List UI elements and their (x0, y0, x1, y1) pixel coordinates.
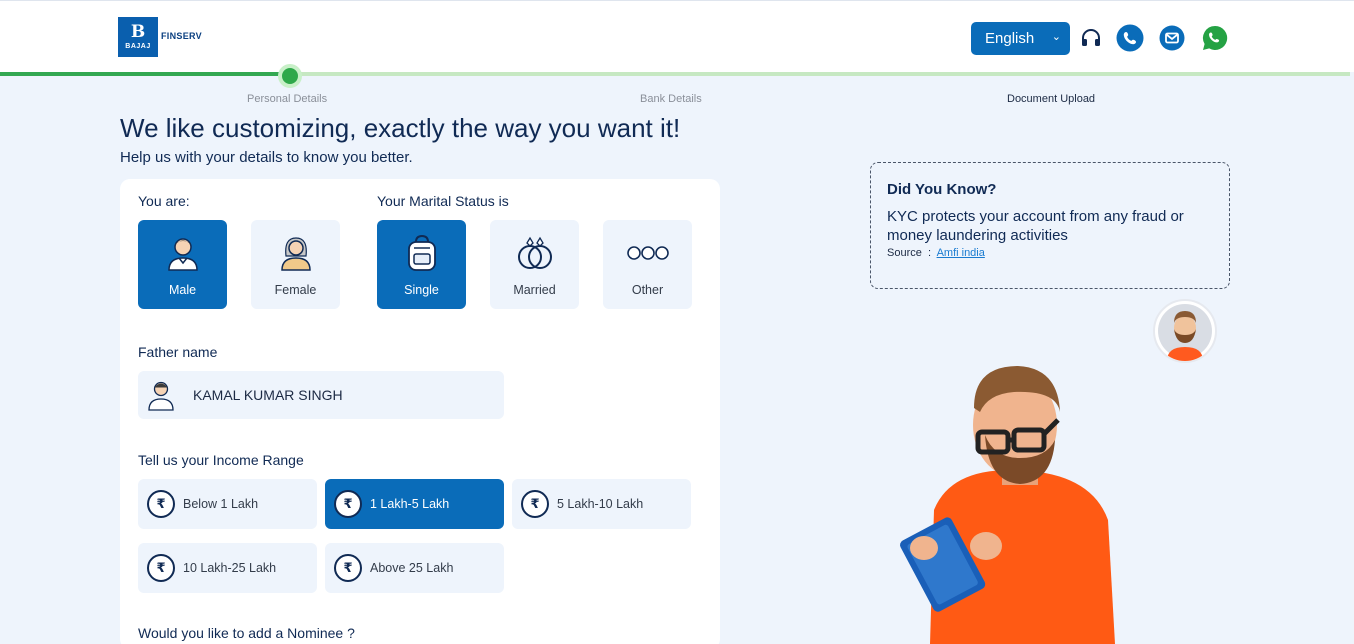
income-option-1-5-lakh[interactable]: ₹ 1 Lakh-5 Lakh (325, 479, 504, 529)
tip-body: KYC protects your account from any fraud… (887, 208, 1184, 244)
gender-option-label: Male (168, 283, 197, 297)
rupee-icon: ₹ (521, 490, 549, 518)
income-option-label: Above 25 Lakh (370, 561, 454, 575)
marital-option-married[interactable]: Married (490, 220, 579, 309)
phone-icon[interactable] (1116, 24, 1144, 52)
headphones-icon[interactable] (1077, 24, 1105, 52)
marital-option-label: Other (631, 283, 664, 297)
step-bank-details: Bank Details (640, 93, 702, 105)
man-with-tablet-illustration (890, 360, 1130, 644)
gender-option-male[interactable]: Male (138, 220, 227, 309)
language-select[interactable]: English ⌄ (971, 22, 1070, 55)
page-title: We like customizing, exactly the way you… (120, 113, 681, 143)
did-you-know-tip: Did You Know? KYC protects your account … (870, 162, 1230, 289)
marital-option-label: Married (513, 283, 556, 297)
logo-mark: B BAJAJ (118, 17, 158, 57)
step-document-upload: Document Upload (1007, 93, 1096, 105)
rupee-icon: ₹ (334, 554, 362, 582)
three-dots-icon (627, 246, 669, 260)
marital-option-single[interactable]: Single (377, 220, 466, 309)
income-option-label: Below 1 Lakh (183, 497, 259, 511)
father-name-field[interactable]: KAMAL KUMAR SINGH (138, 371, 504, 419)
rings-icon (518, 236, 552, 269)
income-option-label: 10 Lakh-25 Lakh (183, 561, 277, 575)
tip-source-separator: : (927, 247, 932, 259)
income-option-label: 5 Lakh-10 Lakh (557, 497, 644, 511)
gender-option-label: Female (274, 283, 317, 297)
tip-source-label: Source (887, 247, 922, 259)
rupee-icon: ₹ (334, 490, 362, 518)
father-name-label: Father name (138, 344, 218, 360)
tip-source-link[interactable]: Amfi india (937, 247, 985, 259)
logo-finserv-text: FINSERV (161, 31, 202, 41)
marital-status-label: Your Marital Status is (377, 193, 509, 209)
income-option-below-1-lakh[interactable]: ₹ Below 1 Lakh (138, 479, 317, 529)
father-name-value: KAMAL KUMAR SINGH (193, 387, 343, 403)
step-personal-details: Personal Details (247, 93, 328, 105)
progress-fill (0, 72, 290, 76)
tip-source: Source : Amfi india (887, 247, 985, 259)
details-form-card: You are: Your Marital Status is Male Fem… (120, 179, 720, 644)
tip-title: Did You Know? (887, 181, 997, 198)
gender-label: You are: (138, 193, 190, 209)
chevron-down-icon: ⌄ (1051, 31, 1061, 43)
rupee-icon: ₹ (147, 490, 175, 518)
bajaj-finserv-logo[interactable]: B BAJAJ FINSERV (118, 17, 202, 57)
income-option-label: 1 Lakh-5 Lakh (370, 497, 450, 511)
progress-current-dot (278, 64, 302, 88)
income-option-5-10-lakh[interactable]: ₹ 5 Lakh-10 Lakh (512, 479, 691, 529)
person-icon (148, 381, 174, 411)
marital-option-label: Single (404, 283, 439, 297)
gender-option-female[interactable]: Female (251, 220, 340, 309)
nominee-question-label: Would you like to add a Nominee ? (138, 625, 355, 641)
page-subtitle: Help us with your details to know you be… (120, 149, 413, 166)
female-person-icon (281, 237, 311, 271)
assistant-avatar (1153, 299, 1217, 363)
logo-word: BAJAJ (125, 43, 151, 50)
income-option-above-25-lakh[interactable]: ₹ Above 25 Lakh (325, 543, 504, 593)
male-person-icon (168, 238, 198, 271)
language-value: English (985, 30, 1035, 47)
income-range-label: Tell us your Income Range (138, 452, 304, 468)
backpack-icon (408, 234, 436, 271)
rupee-icon: ₹ (147, 554, 175, 582)
income-option-10-25-lakh[interactable]: ₹ 10 Lakh-25 Lakh (138, 543, 317, 593)
logo-glyph: B (130, 22, 146, 42)
mail-icon[interactable] (1158, 24, 1186, 52)
header: B BAJAJ FINSERV English ⌄ (0, 0, 1354, 72)
marital-option-other[interactable]: Other (603, 220, 692, 309)
whatsapp-icon[interactable] (1201, 24, 1229, 52)
